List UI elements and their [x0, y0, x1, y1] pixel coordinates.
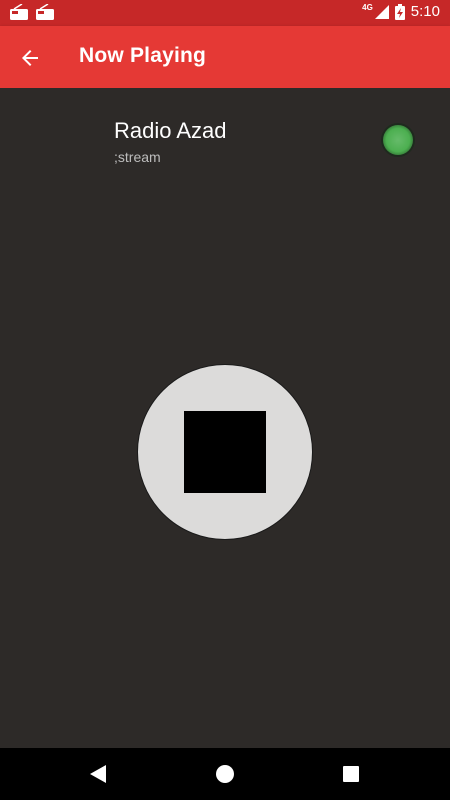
radio-notification-icon	[10, 4, 28, 20]
system-nav-bar	[0, 748, 450, 800]
arrow-back-icon	[22, 50, 38, 66]
nav-home-icon	[216, 765, 234, 783]
battery-charging-icon	[394, 3, 405, 20]
playing-status-indicator	[383, 125, 413, 155]
page-title: Now Playing	[79, 44, 207, 67]
stop-button[interactable]	[137, 364, 313, 540]
status-bar: 4G 5:10	[0, 0, 450, 26]
signal-icon	[374, 4, 389, 19]
now-playing-panel: Radio Azad ;stream	[0, 88, 450, 748]
app-bar: Now Playing	[0, 26, 450, 88]
station-name: Radio Azad	[114, 118, 227, 143]
nav-recents-icon	[343, 766, 359, 782]
radio-notification-icon	[36, 4, 54, 20]
station-subtitle: ;stream	[114, 149, 161, 165]
notification-icons	[10, 4, 54, 20]
clock: 5:10	[410, 3, 440, 20]
nav-back-button[interactable]	[84, 760, 112, 788]
nav-back-icon	[90, 765, 106, 783]
status-icons: 4G 5:10	[362, 3, 440, 20]
nav-recents-button[interactable]	[337, 760, 365, 788]
stop-icon	[184, 411, 266, 493]
back-button[interactable]	[14, 42, 46, 74]
nav-home-button[interactable]	[211, 760, 239, 788]
network-type: 4G	[362, 3, 373, 12]
